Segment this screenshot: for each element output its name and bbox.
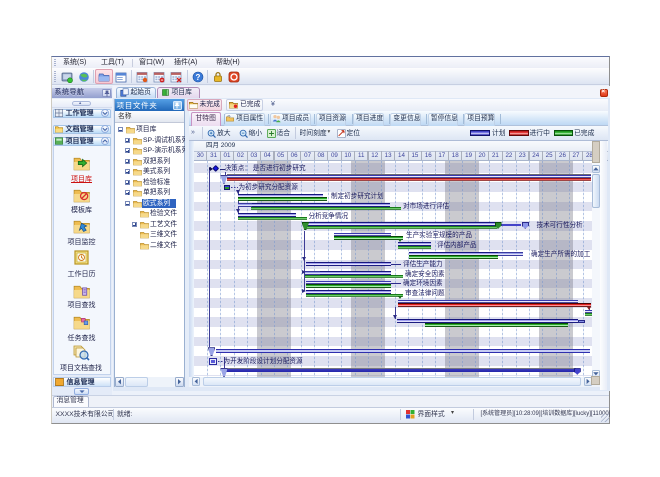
svg-text:?: ? <box>195 73 200 82</box>
